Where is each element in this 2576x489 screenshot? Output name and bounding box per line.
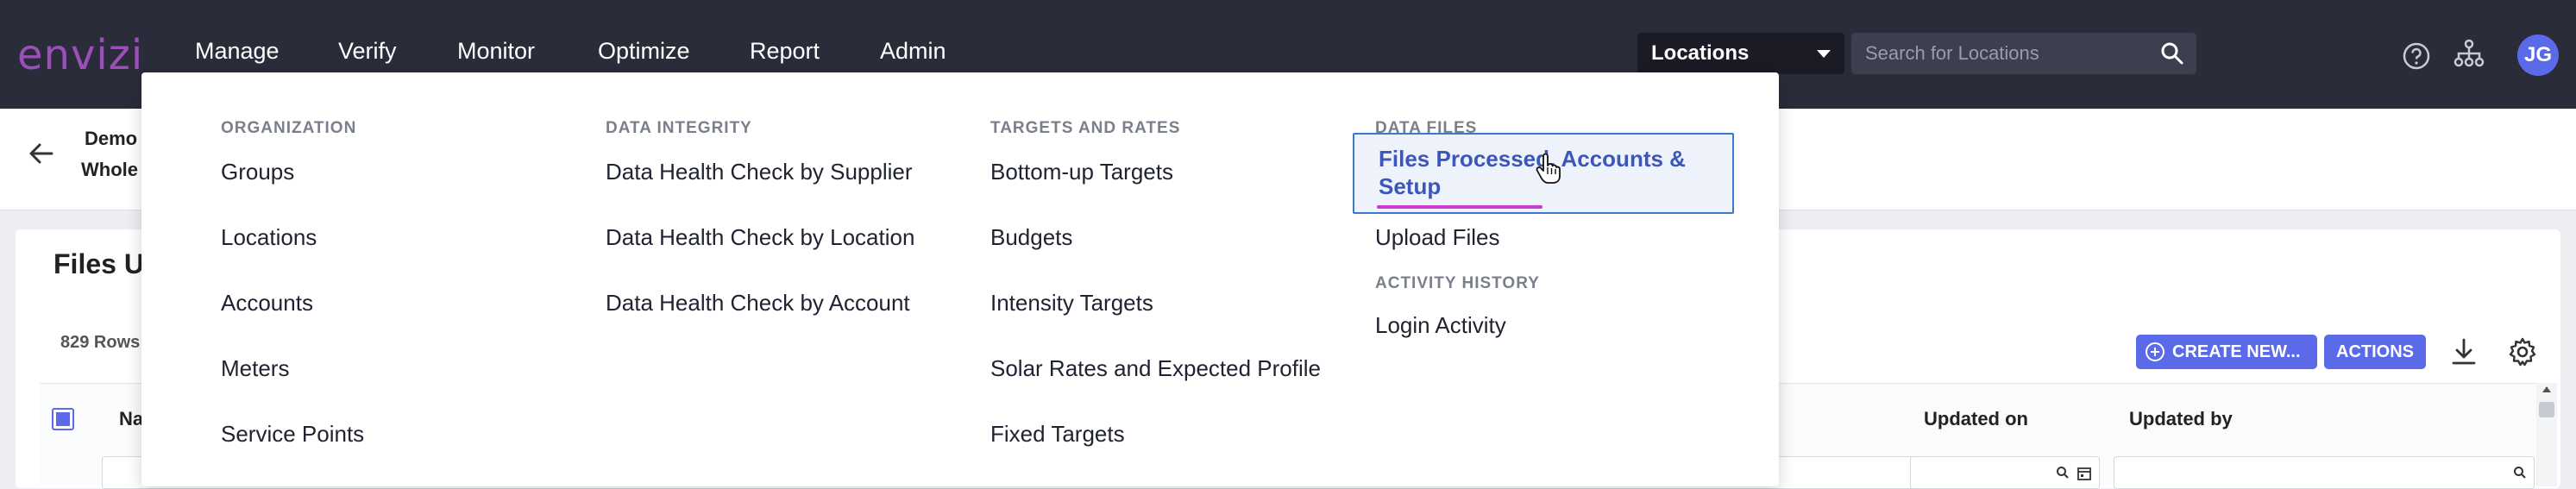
caret-down-icon [1817,50,1831,58]
search-icon[interactable] [2160,41,2184,70]
menu-item-health-by-account[interactable]: Data Health Check by Account [606,290,910,317]
plus-circle-icon [2145,342,2165,367]
global-search [1851,33,2196,74]
nav-monitor[interactable]: Monitor [457,38,535,65]
section-heading-targets-rates: TARGETS AND RATES [990,119,1181,137]
gear-icon[interactable] [2507,336,2538,372]
menu-item-budgets[interactable]: Budgets [990,224,1072,251]
menu-item-upload-files[interactable]: Upload Files [1375,224,1500,251]
menu-item-fixed-targets[interactable]: Fixed Targets [990,421,1125,448]
menu-item-accounts[interactable]: Accounts [221,290,313,317]
hierarchy-icon[interactable] [2453,38,2485,73]
menu-item-bottom-up-targets[interactable]: Bottom-up Targets [990,159,1173,185]
create-new-label: CREATE NEW... [2172,342,2301,361]
updated-by-filter-input[interactable] [2114,456,2535,489]
menu-item-solar-rates[interactable]: Solar Rates and Expected Profile [990,355,1321,382]
search-scope-value: Locations [1651,41,1750,65]
search-icon [2513,466,2527,484]
search-input[interactable] [1865,40,2141,67]
grid-scrollbar[interactable] [2536,383,2557,486]
envizi-logo[interactable]: envizi [17,31,143,79]
menu-item-locations[interactable]: Locations [221,224,317,251]
help-icon[interactable] [2402,41,2431,75]
menu-item-service-points[interactable]: Service Points [221,421,364,448]
actions-button[interactable]: ACTIONS [2324,335,2426,369]
section-heading-activity-history: ACTIVITY HISTORY [1375,274,1540,292]
column-header-updated-on[interactable]: Updated on [1924,408,2028,430]
active-item-indicator [1377,205,1542,209]
rows-count: 829 Rows [60,333,141,352]
search-icon [2056,466,2070,484]
nav-manage[interactable]: Manage [195,38,280,65]
page-title: Files U [53,248,144,279]
nav-verify[interactable]: Verify [338,38,397,65]
menu-item-health-by-location[interactable]: Data Health Check by Location [606,224,914,251]
menu-item-meters[interactable]: Meters [221,355,289,382]
calendar-icon[interactable] [2077,466,2092,486]
search-scope-select[interactable]: Locations [1637,33,1844,74]
menu-item-login-activity[interactable]: Login Activity [1375,312,1506,339]
menu-item-groups[interactable]: Groups [221,159,294,185]
breadcrumb-line1[interactable]: Demo [85,128,137,150]
user-avatar[interactable]: JG [2517,34,2559,76]
menu-item-health-by-supplier[interactable]: Data Health Check by Supplier [606,159,913,185]
download-icon[interactable] [2448,336,2479,372]
scroll-thumb[interactable] [2539,402,2554,417]
create-new-button[interactable]: CREATE NEW... [2136,335,2317,369]
nav-report[interactable]: Report [750,38,820,65]
column-header-updated-by[interactable]: Updated by [2129,408,2233,430]
section-heading-organization: ORGANIZATION [221,119,357,137]
menu-item-intensity-targets[interactable]: Intensity Targets [990,290,1153,317]
breadcrumb-line2[interactable]: Whole [81,159,138,181]
scroll-up-icon[interactable] [2542,386,2551,392]
back-arrow-icon[interactable] [28,140,55,172]
select-all-checkbox[interactable] [52,408,74,430]
section-heading-data-integrity: DATA INTEGRITY [606,119,752,137]
nav-admin[interactable]: Admin [880,38,946,65]
nav-optimize[interactable]: Optimize [598,38,690,65]
manage-mega-menu: ORGANIZATION Groups Locations Accounts M… [141,72,1779,486]
hand-cursor-icon [1536,153,1561,189]
updated-on-filter-input[interactable] [1910,456,2100,489]
